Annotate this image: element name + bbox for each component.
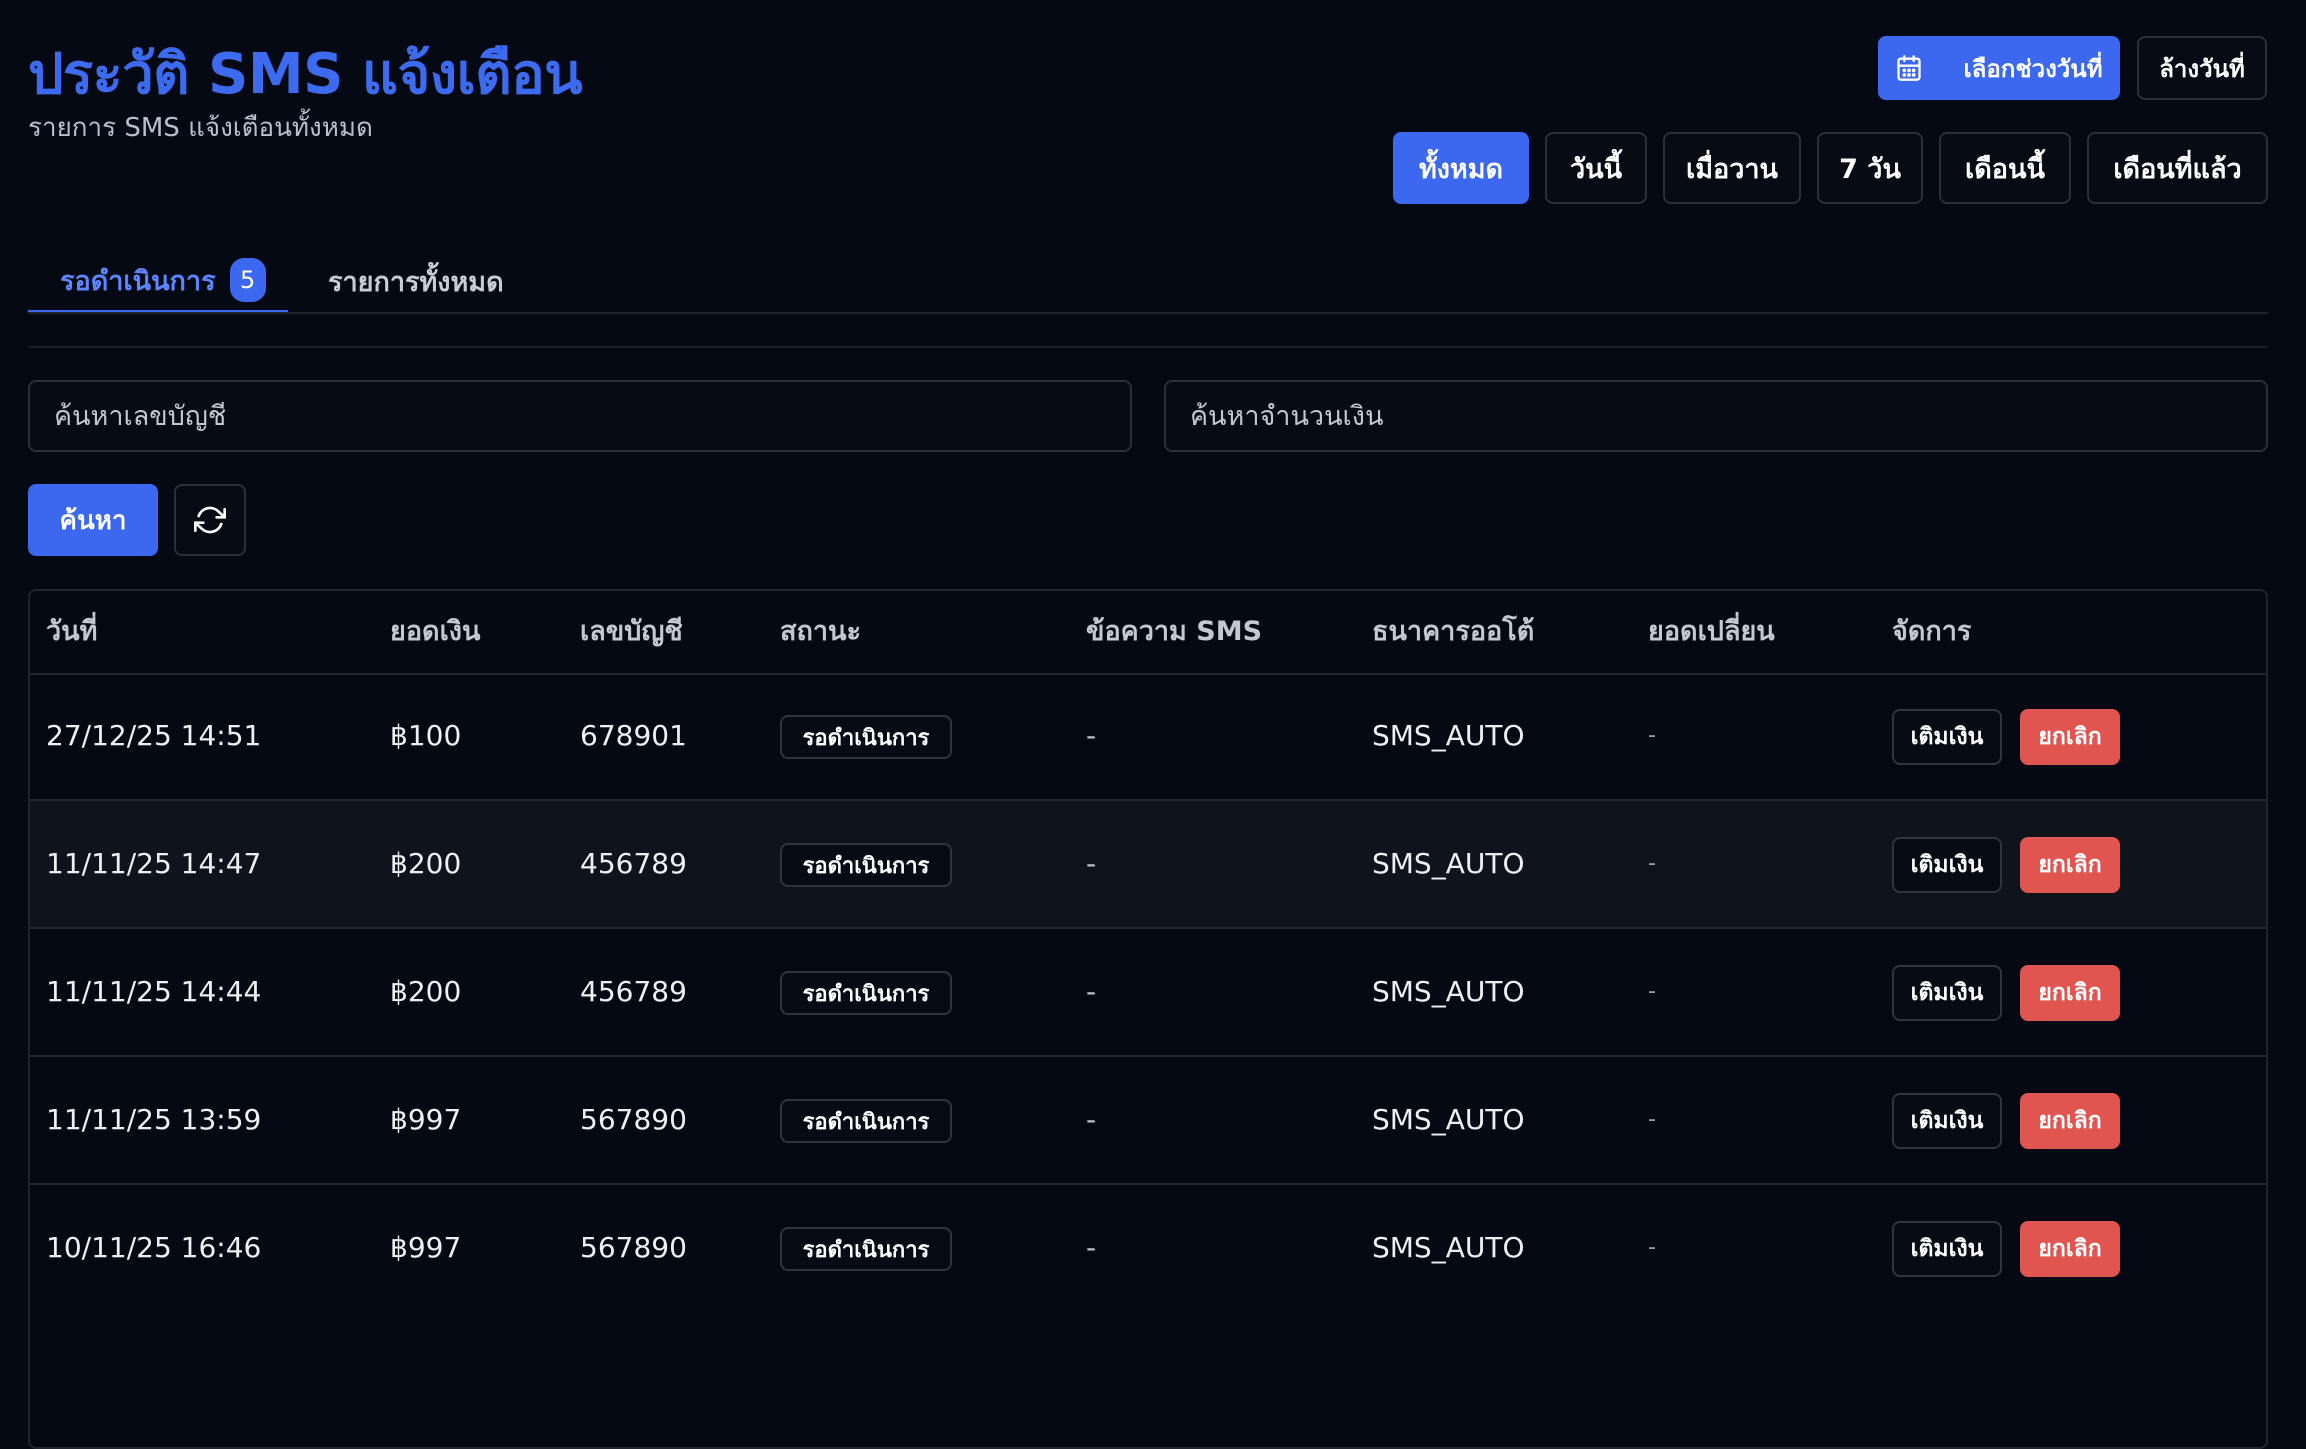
- refresh-button[interactable]: [174, 484, 246, 556]
- column-date: วันที่: [46, 616, 98, 647]
- row-account: 678901: [580, 719, 687, 752]
- row-change: -: [1648, 851, 1656, 876]
- date-range-label: เลือกช่วงวันที่: [1963, 54, 2103, 83]
- column-actions: จัดการ: [1892, 616, 1972, 647]
- pending-count-badge: 5: [229, 258, 266, 302]
- topup-button[interactable]: เติมเงิน: [1892, 965, 2002, 1021]
- cancel-button[interactable]: ยกเลิก: [2020, 837, 2120, 893]
- cancel-button[interactable]: ยกเลิก: [2020, 709, 2120, 765]
- status-badge: รอดำเนินการ: [780, 715, 952, 759]
- filter-today-button[interactable]: วันนี้: [1545, 132, 1647, 204]
- row-date: 11/11/25 14:44: [46, 975, 262, 1008]
- row-amount: ฿100: [390, 719, 462, 752]
- row-amount: ฿997: [390, 1103, 462, 1136]
- topup-button[interactable]: เติมเงิน: [1892, 1221, 2002, 1277]
- filter-yesterday-button[interactable]: เมื่อวาน: [1663, 132, 1801, 204]
- column-bank: ธนาคารออโต้: [1372, 616, 1535, 647]
- row-account: 567890: [580, 1231, 687, 1264]
- row-amount: ฿200: [390, 847, 462, 880]
- row-date: 11/11/25 13:59: [46, 1103, 262, 1136]
- table-row: 10/11/25 16:46 ฿997 567890 รอดำเนินการ -…: [30, 1185, 2266, 1313]
- tab-all-label: รายการทั้งหมด: [328, 266, 504, 298]
- row-date: 10/11/25 16:46: [46, 1231, 262, 1264]
- tab-pending[interactable]: รอดำเนินการ 5: [28, 250, 288, 314]
- row-date: 11/11/25 14:47: [46, 847, 262, 880]
- row-bank: SMS_AUTO: [1372, 975, 1525, 1008]
- page-title: ประวัติ SMS แจ้งเตือน: [28, 42, 583, 107]
- row-sms: -: [1086, 1103, 1097, 1136]
- tab-all[interactable]: รายการทั้งหมด: [328, 250, 504, 312]
- date-range-button[interactable]: เลือกช่วงวันที่: [1878, 36, 2120, 100]
- clear-date-button[interactable]: ล้างวันที่: [2137, 36, 2267, 100]
- column-account: เลขบัญชี: [580, 616, 683, 647]
- filter-all-button[interactable]: ทั้งหมด: [1393, 132, 1529, 204]
- refresh-icon: [194, 504, 226, 536]
- table-row: 11/11/25 13:59 ฿997 567890 รอดำเนินการ -…: [30, 1057, 2266, 1185]
- column-status: สถานะ: [780, 616, 861, 647]
- cancel-button[interactable]: ยกเลิก: [2020, 1221, 2120, 1277]
- cancel-button[interactable]: ยกเลิก: [2020, 1093, 2120, 1149]
- table-header: วันที่ ยอดเงิน เลขบัญชี สถานะ ข้อความ SM…: [30, 591, 2266, 675]
- row-sms: -: [1086, 975, 1097, 1008]
- row-change: -: [1648, 1107, 1656, 1132]
- row-sms: -: [1086, 1231, 1097, 1264]
- column-change: ยอดเปลี่ยน: [1648, 616, 1775, 647]
- calendar-icon: [1895, 54, 1923, 82]
- status-badge: รอดำเนินการ: [780, 1099, 952, 1143]
- filter-this-month-button[interactable]: เดือนนี้: [1939, 132, 2071, 204]
- table-row: 27/12/25 14:51 ฿100 678901 รอดำเนินการ -…: [30, 673, 2266, 801]
- column-sms: ข้อความ SMS: [1086, 616, 1263, 647]
- row-change: -: [1648, 979, 1656, 1004]
- row-bank: SMS_AUTO: [1372, 1103, 1525, 1136]
- section-divider: [28, 346, 2268, 348]
- status-badge: รอดำเนินการ: [780, 971, 952, 1015]
- filter-7days-button[interactable]: 7 วัน: [1817, 132, 1923, 204]
- row-amount: ฿997: [390, 1231, 462, 1264]
- row-account: 456789: [580, 975, 687, 1008]
- search-button[interactable]: ค้นหา: [28, 484, 158, 556]
- row-bank: SMS_AUTO: [1372, 847, 1525, 880]
- row-sms: -: [1086, 719, 1097, 752]
- status-badge: รอดำเนินการ: [780, 1227, 952, 1271]
- topup-button[interactable]: เติมเงิน: [1892, 1093, 2002, 1149]
- sms-table: วันที่ ยอดเงิน เลขบัญชี สถานะ ข้อความ SM…: [28, 589, 2268, 1449]
- tab-pending-label: รอดำเนินการ: [60, 265, 216, 297]
- tabs-divider: [28, 312, 2268, 314]
- column-amount: ยอดเงิน: [390, 616, 481, 647]
- table-row: 11/11/25 14:47 ฿200 456789 รอดำเนินการ -…: [30, 801, 2266, 929]
- row-account: 456789: [580, 847, 687, 880]
- row-change: -: [1648, 723, 1656, 748]
- cancel-button[interactable]: ยกเลิก: [2020, 965, 2120, 1021]
- row-account: 567890: [580, 1103, 687, 1136]
- topup-button[interactable]: เติมเงิน: [1892, 709, 2002, 765]
- account-search-input[interactable]: [28, 380, 1132, 452]
- topup-button[interactable]: เติมเงิน: [1892, 837, 2002, 893]
- filter-last-month-button[interactable]: เดือนที่แล้ว: [2087, 132, 2268, 204]
- amount-search-input[interactable]: [1164, 380, 2268, 452]
- row-sms: -: [1086, 847, 1097, 880]
- table-row: 11/11/25 14:44 ฿200 456789 รอดำเนินการ -…: [30, 929, 2266, 1057]
- page-subtitle: รายการ SMS แจ้งเตือนทั้งหมด: [28, 113, 373, 143]
- row-amount: ฿200: [390, 975, 462, 1008]
- status-badge: รอดำเนินการ: [780, 843, 952, 887]
- row-bank: SMS_AUTO: [1372, 1231, 1525, 1264]
- row-bank: SMS_AUTO: [1372, 719, 1525, 752]
- row-date: 27/12/25 14:51: [46, 719, 262, 752]
- row-change: -: [1648, 1235, 1656, 1260]
